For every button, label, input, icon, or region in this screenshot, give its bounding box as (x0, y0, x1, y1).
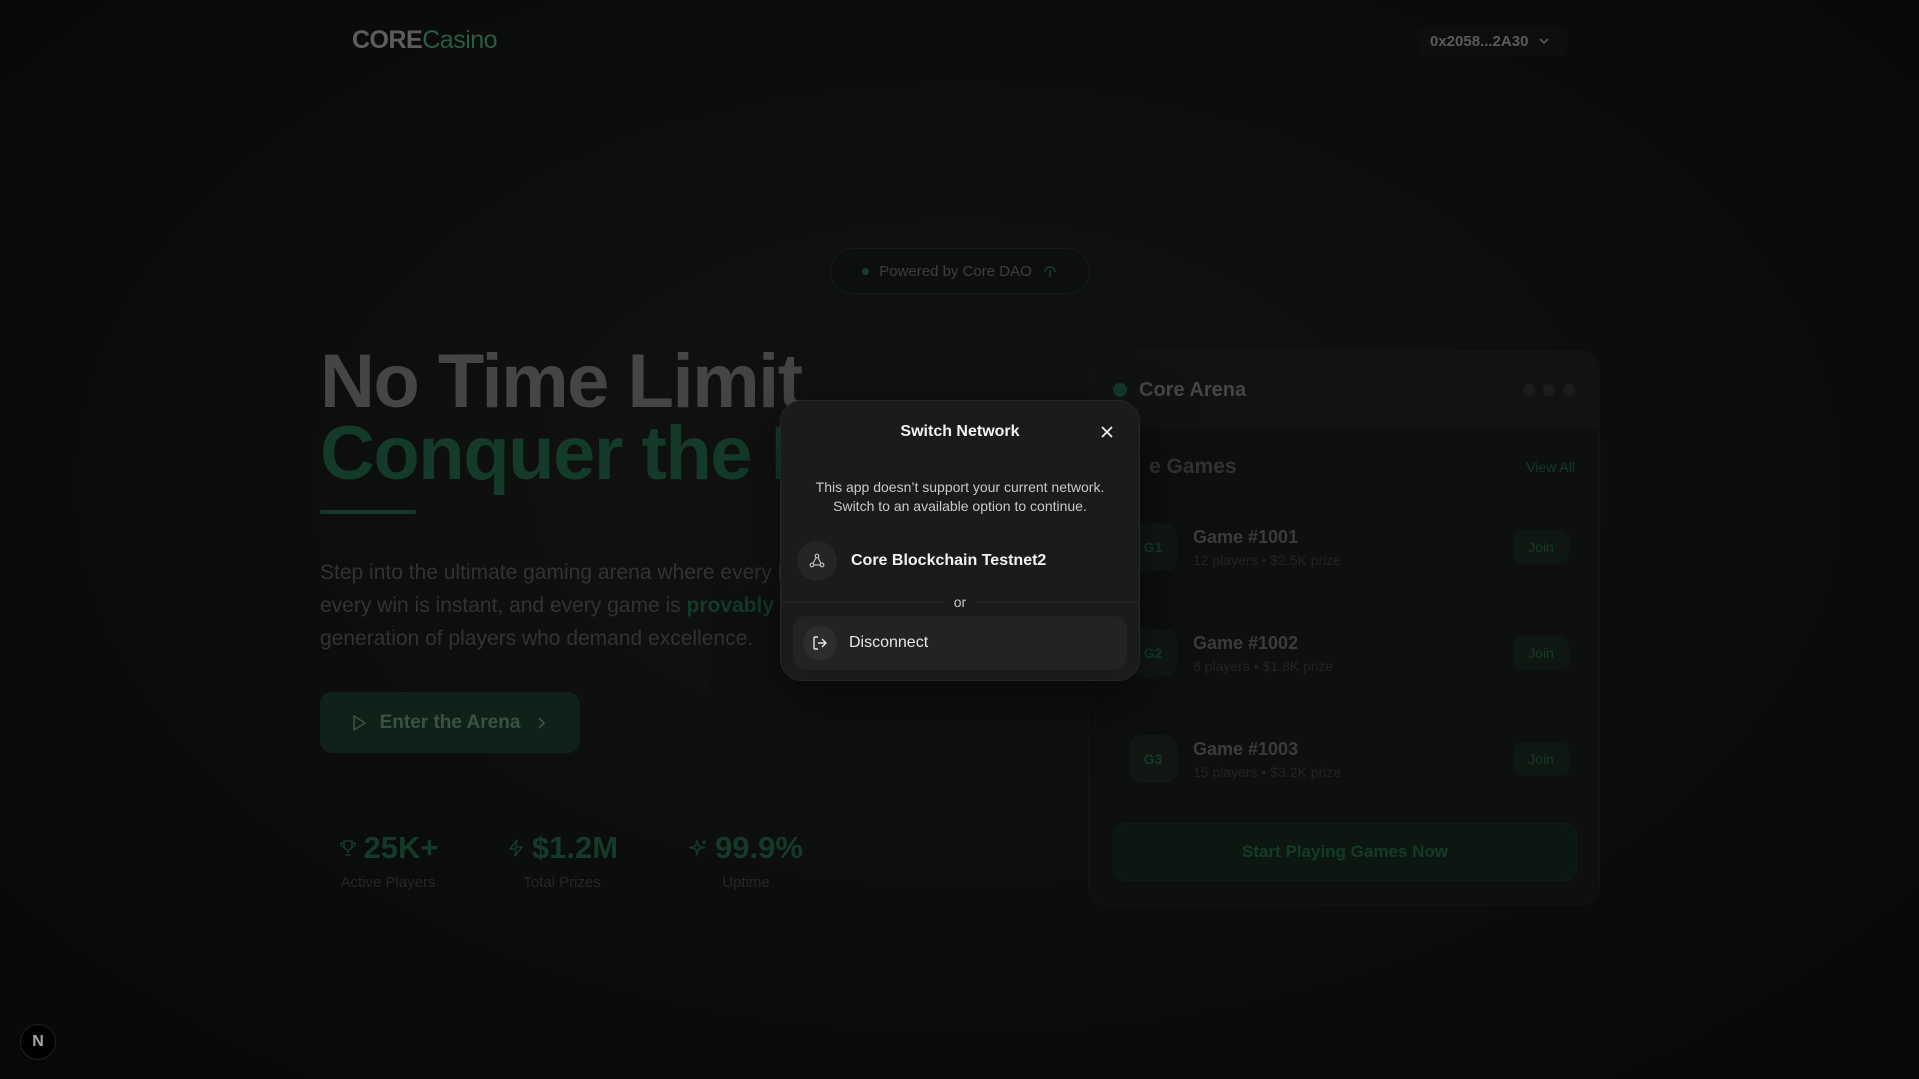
modal-message-line2: Switch to an available option to continu… (833, 498, 1087, 514)
modal-message-line1: This app doesn’t support your current ne… (815, 479, 1105, 495)
logout-icon (803, 626, 837, 660)
network-icon (797, 541, 837, 581)
switch-network-modal: Switch Network This app doesn’t support … (780, 400, 1140, 681)
network-name: Core Blockchain Testnet2 (851, 552, 1047, 569)
modal-title: Switch Network (900, 423, 1020, 440)
close-icon (1101, 426, 1113, 438)
close-button[interactable] (1099, 424, 1115, 440)
network-option[interactable]: Core Blockchain Testnet2 (797, 541, 1046, 581)
disconnect-label: Disconnect (849, 634, 929, 651)
disconnect-button[interactable]: Disconnect (793, 616, 1127, 670)
or-separator: or (781, 594, 1139, 610)
modal-message: This app doesn’t support your current ne… (801, 478, 1119, 516)
